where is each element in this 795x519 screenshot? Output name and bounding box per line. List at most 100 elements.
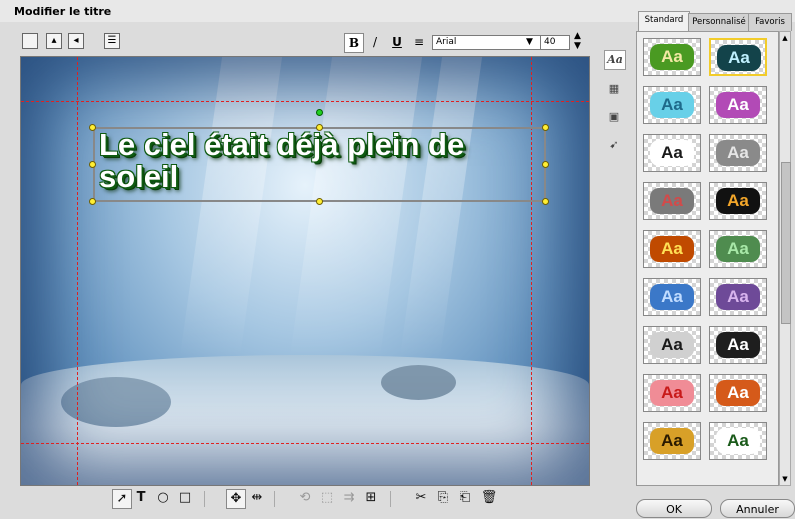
style-thumbnail[interactable]: Aa: [643, 326, 701, 364]
style-thumbnail[interactable]: Aa: [709, 86, 767, 124]
style-swatch: Aa: [650, 188, 694, 214]
chevron-down-icon[interactable]: ▼: [526, 37, 533, 47]
cut-icon[interactable]: ✂: [412, 489, 430, 507]
select-arrow-icon[interactable]: ➚: [112, 489, 132, 509]
underline-button[interactable]: U: [388, 33, 406, 51]
style-thumbnail[interactable]: Aa: [709, 374, 767, 412]
resize-handle[interactable]: [316, 124, 323, 131]
styles-panel: Standard Personnalisé Favoris Aa Aa Aa Aa Aa…: [636, 11, 792, 486]
style-thumbnail[interactable]: Aa: [643, 278, 701, 316]
style-thumbnail[interactable]: Aa: [709, 182, 767, 220]
background-icon[interactable]: ▦: [604, 80, 624, 98]
scroll-down-icon[interactable]: ▼: [780, 474, 790, 484]
style-swatch: Aa: [716, 236, 760, 262]
sound-icon[interactable]: ➹: [604, 136, 624, 154]
side-toolbar: Aa ▦ ▣ ➹: [604, 50, 628, 164]
style-swatch: Aa: [716, 428, 760, 454]
safe-guide: [21, 101, 589, 102]
group-icon[interactable]: ⬚: [318, 489, 336, 507]
style-swatch: Aa: [650, 332, 694, 358]
move-up-icon[interactable]: ▴: [46, 33, 62, 49]
style-swatch: Aa: [650, 236, 694, 262]
ellipse-tool-icon[interactable]: ○: [154, 489, 172, 507]
window-title: Modifier le titre: [14, 5, 112, 18]
style-scrollbar[interactable]: ▲ ▼: [779, 31, 791, 486]
copy-icon[interactable]: ⎘: [434, 489, 452, 507]
resize-handle[interactable]: [542, 124, 549, 131]
text-box-icon[interactable]: [22, 33, 38, 49]
align-icon[interactable]: ⇉: [340, 489, 358, 507]
style-swatch: Aa: [716, 284, 760, 310]
move-icon[interactable]: ✥: [226, 489, 246, 509]
resize-handle[interactable]: [316, 198, 323, 205]
tab-standard[interactable]: Standard: [638, 11, 690, 31]
style-thumbnail[interactable]: Aa: [709, 230, 767, 268]
style-thumbnail[interactable]: Aa: [643, 374, 701, 412]
style-thumbnail[interactable]: Aa: [709, 326, 767, 364]
font-value: Arial: [436, 37, 457, 47]
style-thumbnail[interactable]: Aa: [643, 230, 701, 268]
scroll-up-icon[interactable]: ▲: [780, 33, 790, 43]
text-style-icon[interactable]: Aa: [604, 50, 626, 70]
italic-button[interactable]: /: [366, 33, 384, 51]
format-toolbar: ▴ ◂ ☰ B / U ≡ Arial ▼ 40 ▲ ▼: [14, 30, 594, 54]
resize-handle[interactable]: [89, 124, 96, 131]
tab-favoris[interactable]: Favoris: [748, 13, 792, 31]
justify-icon[interactable]: ⇹: [248, 489, 266, 507]
resize-handle[interactable]: [542, 198, 549, 205]
safe-guide: [21, 443, 589, 444]
tab-personnalise[interactable]: Personnalisé: [688, 13, 750, 31]
style-swatch: Aa: [650, 92, 694, 118]
picture-icon[interactable]: ▣: [604, 108, 624, 126]
rectangle-tool-icon[interactable]: □: [176, 489, 194, 507]
grid-icon[interactable]: ⊞: [362, 489, 380, 507]
size-spinner-icon[interactable]: ▲ ▼: [574, 31, 581, 51]
size-value: 40: [544, 37, 556, 47]
vignette: [21, 57, 589, 485]
style-swatch: Aa: [650, 428, 694, 454]
title-text-box[interactable]: Le ciel était déjà plein de soleil: [93, 127, 546, 202]
style-thumbnail[interactable]: Aa: [643, 38, 701, 76]
size-field[interactable]: 40: [540, 35, 570, 50]
list-icon[interactable]: ☰: [104, 33, 120, 49]
title-line: soleil: [99, 159, 179, 194]
style-swatch: Aa: [650, 140, 694, 166]
style-swatch: Aa: [650, 284, 694, 310]
style-thumbnail[interactable]: Aa: [643, 422, 701, 460]
style-swatch: Aa: [716, 380, 760, 406]
style-swatch: Aa: [650, 44, 694, 70]
resize-handle[interactable]: [542, 161, 549, 168]
style-swatch: Aa: [716, 188, 760, 214]
safe-guide: [531, 57, 532, 485]
style-thumbnail[interactable]: Aa: [709, 422, 767, 460]
style-swatch: Aa: [650, 380, 694, 406]
ok-button[interactable]: OK: [636, 499, 712, 518]
title-text[interactable]: Le ciel était déjà plein de soleil: [99, 129, 464, 193]
style-thumbnail[interactable]: Aa: [643, 182, 701, 220]
style-swatch: Aa: [716, 332, 760, 358]
scroll-thumb[interactable]: [781, 162, 791, 324]
style-tabs: Standard Personnalisé Favoris: [636, 11, 792, 31]
style-thumbnail[interactable]: Aa: [709, 38, 767, 76]
toolbar-divider: [204, 491, 205, 507]
move-left-icon[interactable]: ◂: [68, 33, 84, 49]
resize-handle[interactable]: [89, 161, 96, 168]
trash-icon[interactable]: 🗑: [480, 489, 498, 507]
style-thumbnail[interactable]: Aa: [643, 134, 701, 172]
paste-icon[interactable]: ⎗: [456, 489, 474, 507]
style-thumbnail[interactable]: Aa: [709, 134, 767, 172]
bold-button[interactable]: B: [344, 33, 364, 53]
style-swatch: Aa: [717, 45, 761, 71]
cancel-button[interactable]: Annuler: [720, 499, 795, 518]
style-thumbnail[interactable]: Aa: [643, 86, 701, 124]
rotate-icon[interactable]: ⟲: [296, 489, 314, 507]
toolbar-divider: [274, 491, 275, 507]
style-thumbnail[interactable]: Aa: [709, 278, 767, 316]
resize-handle[interactable]: [89, 198, 96, 205]
align-button[interactable]: ≡: [410, 33, 428, 51]
text-tool-icon[interactable]: T: [132, 489, 150, 507]
rotate-handle[interactable]: [316, 109, 323, 116]
style-grid: Aa Aa Aa Aa Aa Aa Aa Aa Aa Aa Aa Aa Aa Aa Aa Aa Aa Aa: [636, 31, 779, 486]
edit-canvas[interactable]: Le ciel était déjà plein de soleil: [20, 56, 590, 486]
style-swatch: Aa: [716, 140, 760, 166]
